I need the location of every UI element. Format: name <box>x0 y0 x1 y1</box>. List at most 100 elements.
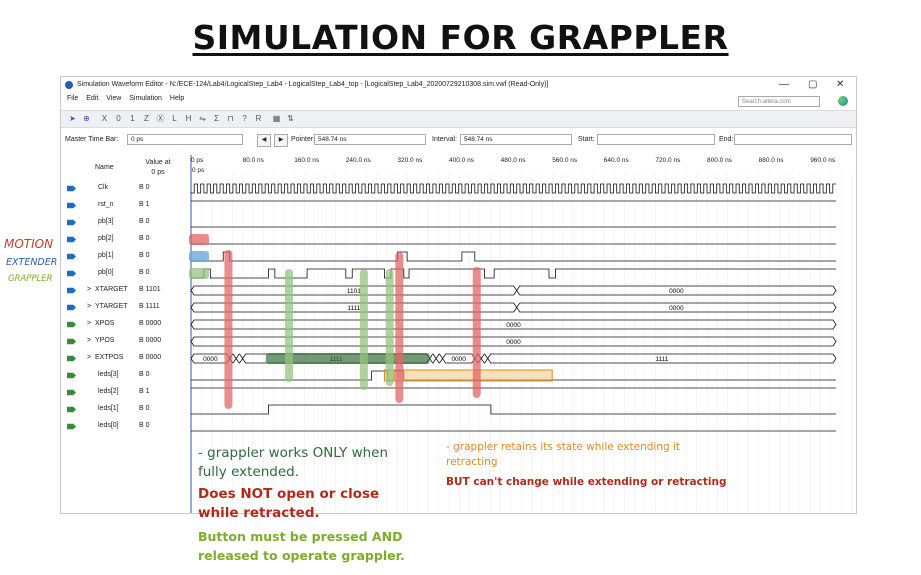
master-time-bar-field[interactable]: 0 ps <box>127 134 243 145</box>
close-button[interactable]: ✕ <box>836 79 844 90</box>
weak-low-icon[interactable]: L <box>169 113 180 124</box>
forcing-low-icon[interactable]: 0 <box>113 113 124 124</box>
output-bus-icon <box>67 355 76 362</box>
annotation-button-press: Button must be pressed AND released to o… <box>198 529 405 563</box>
signal-row[interactable]: > YTARGET B 1111 <box>61 299 189 316</box>
expand-chevron-icon[interactable]: > <box>87 286 91 293</box>
xtarget-bus-label: 1101 <box>347 288 361 295</box>
signal-value: B 0 <box>139 252 150 259</box>
signal-value: B 0 <box>139 405 150 412</box>
input-bus-icon <box>67 304 76 311</box>
expand-chevron-icon[interactable]: > <box>87 303 91 310</box>
signal-value: B 0000 <box>139 354 162 361</box>
signal-row[interactable]: pb[2] B 0 <box>61 231 189 248</box>
signal-value: B 1 <box>139 201 150 208</box>
signal-value: B 0 <box>139 184 150 191</box>
end-field[interactable] <box>734 134 852 145</box>
arbitrary-value-icon[interactable]: ? <box>239 113 250 124</box>
snap-to-grid-icon[interactable]: ▦ <box>271 113 282 124</box>
cursor-label: 0 ps <box>192 167 205 174</box>
pointer-tool-icon[interactable]: ➤ <box>67 113 78 124</box>
clk-waveform <box>191 183 836 194</box>
signal-row[interactable]: pb[3] B 0 <box>61 214 189 231</box>
menu-simulation[interactable]: Simulation <box>129 95 162 102</box>
signal-row[interactable]: leds[2] B 1 <box>61 384 189 401</box>
expand-chevron-icon[interactable]: > <box>87 354 91 361</box>
menu-file[interactable]: File <box>67 95 78 102</box>
forcing-hi-z-icon[interactable]: Z <box>141 113 152 124</box>
green-marker-3 <box>385 269 394 386</box>
signal-row[interactable]: leds[3] B 0 <box>61 367 189 384</box>
signal-value: B 1101 <box>139 286 161 293</box>
forcing-high-icon[interactable]: 1 <box>127 113 138 124</box>
pointer-label: Pointer: <box>291 136 316 143</box>
extpos-bus-label: 0000 <box>203 356 218 363</box>
title-bar: Simulation Waveform Editor - N:/ECE-124/… <box>61 77 856 93</box>
globe-icon[interactable] <box>838 96 848 106</box>
signal-row[interactable]: > XTARGET B 1101 <box>61 282 189 299</box>
extpos-bus-label: 0000 <box>451 356 466 363</box>
extpos-bus-segment <box>429 353 437 364</box>
signal-name: Clk <box>98 184 109 191</box>
annotation-no-open-close: Does NOT open or close while retracted. <box>198 486 380 521</box>
next-transition-button[interactable]: ▶ <box>274 134 288 147</box>
signal-name: YPOS <box>95 337 115 344</box>
minimize-button[interactable]: — <box>779 79 789 90</box>
start-field[interactable] <box>597 134 715 145</box>
search-input[interactable]: Search altera.com <box>738 96 820 107</box>
signal-value: B 0 <box>139 269 150 276</box>
signal-name: YTARGET <box>95 303 128 310</box>
slide-title: SIMULATION FOR GRAPPLER <box>192 18 729 57</box>
app-icon <box>65 81 73 89</box>
menu-help[interactable]: Help <box>170 95 184 102</box>
zoom-tool-icon[interactable]: ⊕ <box>81 113 92 124</box>
value-at-time: 0 ps <box>151 169 165 176</box>
count-value-icon[interactable]: Σ <box>211 113 222 124</box>
interval-field[interactable]: 548.74 ns <box>460 134 572 145</box>
sort-icon[interactable]: ⇅ <box>285 113 296 124</box>
extender-label: EXTENDER <box>6 257 58 268</box>
name-column-header: Name <box>95 164 114 171</box>
maximize-button[interactable]: ▢ <box>808 79 817 90</box>
red-marker-1 <box>224 250 233 409</box>
signal-value: B 0 <box>139 218 150 225</box>
pointer-field[interactable]: 548.74 ns <box>314 134 426 145</box>
forcing-unknown-icon[interactable]: X <box>99 113 110 124</box>
expand-chevron-icon[interactable]: > <box>87 320 91 327</box>
random-value-icon[interactable]: R <box>253 113 264 124</box>
signal-row[interactable]: > YPOS B 0000 <box>61 333 189 350</box>
signal-row[interactable]: Clk B 0 <box>61 180 189 197</box>
signal-name: leds[1] <box>98 405 119 412</box>
value-column-header: Value at 0 ps <box>142 158 174 178</box>
extpos-bus-segment <box>435 353 444 364</box>
input-pin-icon <box>67 219 76 226</box>
signal-value: B 0 <box>139 235 150 242</box>
start-label: Start: <box>578 136 595 143</box>
input-bus-icon <box>67 287 76 294</box>
menu-view[interactable]: View <box>106 95 121 102</box>
red-marker-3 <box>472 267 481 398</box>
signal-name: XPOS <box>95 320 115 327</box>
weak-unknown-icon[interactable]: Ⓧ <box>155 113 166 124</box>
signal-row[interactable]: > EXTPOS B 0000 <box>61 350 189 367</box>
signal-row[interactable]: leds[0] B 0 <box>61 418 189 435</box>
motion-label: MOTION <box>4 237 54 251</box>
menu-edit[interactable]: Edit <box>86 95 98 102</box>
input-pin-icon <box>67 185 76 192</box>
invert-icon[interactable]: ⇋ <box>197 113 208 124</box>
signal-row[interactable]: leds[1] B 0 <box>61 401 189 418</box>
pb0-highlight <box>189 268 209 279</box>
window-title: Simulation Waveform Editor - N:/ECE-124/… <box>77 81 549 88</box>
annotation-retains-state: - grappler retains its state while exten… <box>446 441 681 468</box>
previous-transition-button[interactable]: ◀ <box>257 134 271 147</box>
signal-row[interactable]: rst_n B 1 <box>61 197 189 214</box>
signal-row[interactable]: > XPOS B 0000 <box>61 316 189 333</box>
signal-row[interactable]: pb[0] B 0 <box>61 265 189 282</box>
weak-high-icon[interactable]: H <box>183 113 194 124</box>
input-pin-icon <box>67 253 76 260</box>
signal-row[interactable]: pb[1] B 0 <box>61 248 189 265</box>
clock-icon[interactable]: ⊓ <box>225 113 236 124</box>
signal-value: B 1 <box>139 388 150 395</box>
expand-chevron-icon[interactable]: > <box>87 337 91 344</box>
signal-value: B 0 <box>139 422 150 429</box>
